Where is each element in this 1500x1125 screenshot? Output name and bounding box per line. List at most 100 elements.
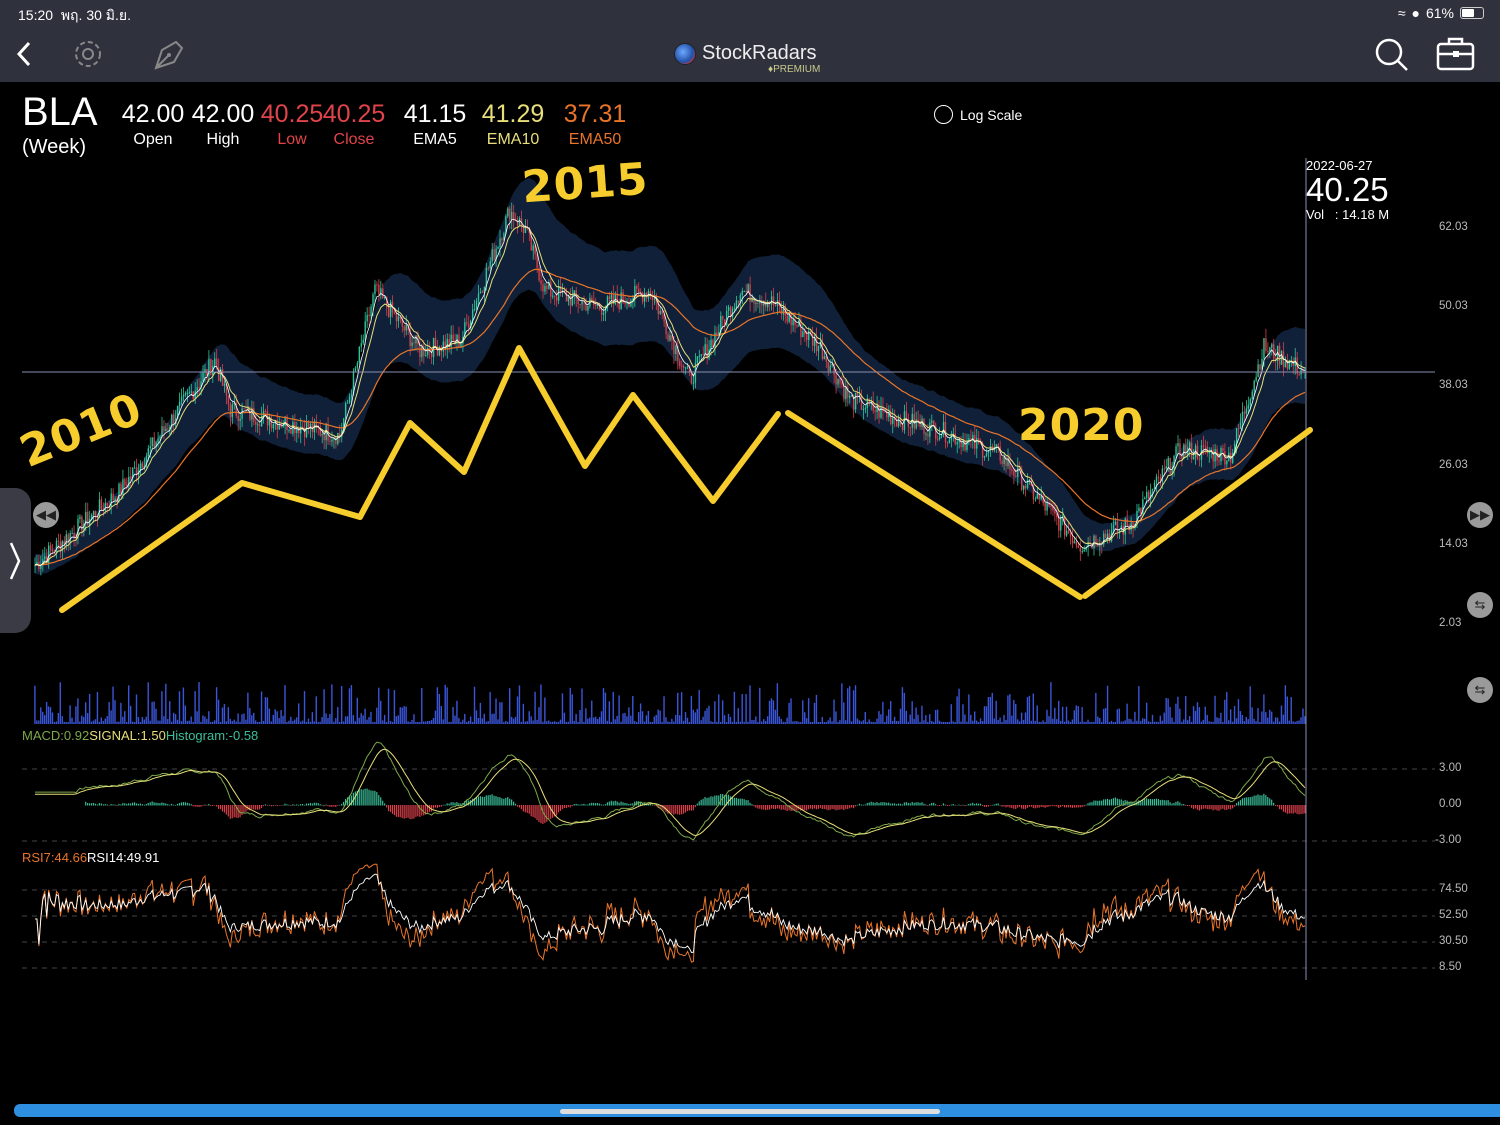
macd-histogram-bar bbox=[1065, 805, 1068, 808]
macd-histogram-bar bbox=[90, 803, 93, 806]
volume-bar bbox=[124, 711, 126, 724]
candle-body bbox=[733, 308, 736, 310]
sync-icon[interactable]: ⇆ bbox=[1467, 592, 1493, 618]
side-panel-handle[interactable] bbox=[0, 488, 31, 633]
macd-histogram-bar bbox=[524, 805, 526, 813]
volume-bar bbox=[997, 719, 999, 724]
candle-body bbox=[925, 433, 927, 435]
macd-histogram-bar bbox=[833, 805, 835, 810]
volume-bar bbox=[233, 719, 235, 724]
volume-bar bbox=[1210, 721, 1212, 724]
candle-body bbox=[395, 313, 398, 322]
candle-body bbox=[1069, 533, 1072, 537]
volume-bar bbox=[380, 700, 382, 724]
candle-body bbox=[512, 212, 515, 220]
volume-bar bbox=[426, 721, 429, 724]
volume-bar bbox=[888, 709, 890, 724]
volume-bar bbox=[1056, 719, 1058, 724]
volume-bar bbox=[694, 712, 696, 724]
candle-body bbox=[956, 442, 958, 445]
macd-histogram-bar bbox=[1103, 799, 1105, 806]
candle-body bbox=[741, 291, 743, 296]
volume-bar bbox=[1200, 721, 1203, 724]
volume-bar bbox=[1222, 721, 1224, 724]
macd-histogram-bar bbox=[813, 805, 816, 809]
macd-histogram-bar bbox=[714, 795, 716, 806]
rewind-button[interactable]: ◀◀ bbox=[33, 502, 59, 528]
volume-bar bbox=[249, 708, 251, 724]
volume-bar bbox=[520, 721, 523, 724]
macd-histogram-bar bbox=[1175, 801, 1177, 806]
volume-bar bbox=[200, 721, 202, 724]
macd-histogram-bar bbox=[530, 805, 532, 817]
macd-histogram-bar bbox=[315, 802, 317, 806]
macd-histogram-bar bbox=[806, 805, 808, 811]
volume-bar bbox=[145, 716, 147, 724]
macd-histogram-bar bbox=[227, 805, 229, 817]
macd-histogram-bar bbox=[253, 805, 255, 810]
macd-histogram-bar bbox=[444, 804, 446, 806]
volume-bar bbox=[934, 710, 937, 724]
volume-bar bbox=[1186, 720, 1189, 724]
volume-bar bbox=[827, 720, 829, 724]
candle-body bbox=[1083, 549, 1085, 552]
macd-histogram-bar bbox=[471, 798, 474, 806]
volume-bar bbox=[917, 714, 919, 724]
volume-bar bbox=[1214, 695, 1216, 724]
candle-body bbox=[1245, 408, 1248, 414]
macd-histogram-bar bbox=[415, 805, 417, 817]
macd-histogram-bar bbox=[962, 804, 964, 806]
scrollbar-thumb[interactable] bbox=[560, 1109, 940, 1114]
candle-body bbox=[600, 309, 603, 315]
candle-body bbox=[180, 396, 183, 402]
macd-histogram-bar bbox=[300, 804, 302, 806]
rsi-legend: RSI7:44.66RSI14:49.91 bbox=[22, 850, 160, 865]
sync-icon[interactable]: ⇆ bbox=[1467, 677, 1493, 703]
annotation-2015: 2015 bbox=[520, 153, 651, 214]
macd-histogram-bar bbox=[118, 803, 120, 806]
volume-bar bbox=[462, 719, 464, 724]
volume-bar bbox=[669, 721, 671, 724]
chevron-right-icon[interactable] bbox=[0, 488, 31, 633]
volume-bar bbox=[337, 707, 339, 724]
volume-bar bbox=[960, 721, 962, 724]
macd-histogram-bar bbox=[555, 805, 558, 816]
macd-histogram-bar bbox=[1081, 805, 1083, 808]
volume-bar bbox=[264, 697, 267, 724]
volume-bar bbox=[686, 717, 689, 724]
macd-histogram-bar bbox=[333, 805, 335, 807]
candle-body bbox=[1065, 530, 1068, 536]
volume-bar bbox=[989, 696, 992, 724]
fast-forward-button[interactable]: ▶▶ bbox=[1467, 502, 1493, 528]
macd-histogram-bar bbox=[176, 803, 179, 806]
chart-canvas[interactable] bbox=[0, 0, 1500, 1000]
macd-histogram-bar bbox=[681, 805, 683, 815]
macd-histogram-bar bbox=[1302, 805, 1304, 814]
macd-histogram-bar bbox=[180, 802, 183, 806]
volume-bar bbox=[1278, 721, 1281, 724]
volume-bar bbox=[712, 721, 714, 724]
macd-histogram-bar bbox=[593, 802, 595, 806]
macd-histogram-bar bbox=[884, 802, 886, 806]
volume-bar bbox=[624, 712, 626, 724]
volume-bar bbox=[807, 698, 810, 724]
macd-histogram-bar bbox=[1167, 800, 1169, 806]
macd-histogram-bar bbox=[911, 801, 913, 806]
macd-histogram-bar bbox=[1058, 805, 1060, 808]
volume-bar bbox=[856, 718, 859, 724]
macd-histogram-bar bbox=[628, 803, 630, 806]
price-tick: 62.03 bbox=[1439, 221, 1468, 233]
volume-bar bbox=[1270, 711, 1273, 724]
volume-bar bbox=[548, 720, 550, 724]
candle-body bbox=[501, 238, 503, 241]
volume-bar bbox=[950, 704, 952, 724]
volume-bar bbox=[677, 692, 679, 724]
volume-bar bbox=[239, 721, 241, 724]
volume-bar bbox=[139, 721, 142, 724]
volume-bar bbox=[274, 709, 276, 724]
volume-bar bbox=[1065, 706, 1068, 724]
volume-bar bbox=[190, 716, 192, 724]
volume-bar bbox=[540, 684, 542, 724]
candle-body bbox=[755, 302, 757, 304]
macd-histogram-bar bbox=[272, 805, 274, 807]
